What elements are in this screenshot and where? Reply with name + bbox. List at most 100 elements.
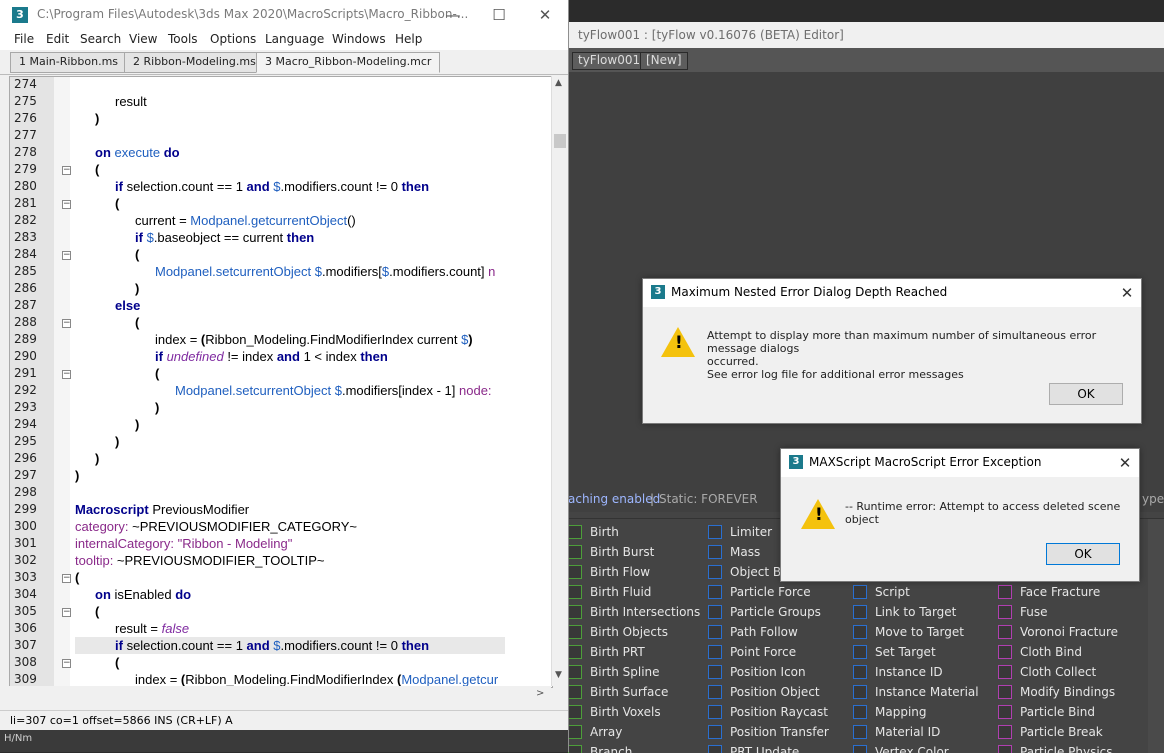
scroll-thumb[interactable] (554, 134, 566, 148)
menu-language[interactable]: Language (265, 32, 324, 46)
operator-item[interactable]: Voronoi Fracture (998, 622, 1148, 642)
operator-item[interactable]: Cloth Collect (998, 662, 1148, 682)
operator-item[interactable]: Birth Flow (568, 562, 708, 582)
operator-item[interactable]: Modify Bindings (998, 682, 1148, 702)
operator-item[interactable]: Position Transfer (708, 722, 853, 742)
line-number: 287 (14, 298, 37, 312)
operator-item[interactable]: PRT Update (708, 742, 853, 753)
macroscript-error-ok-button[interactable]: OK (1046, 543, 1120, 565)
tab-new[interactable]: [New] (640, 52, 688, 70)
operator-column-birth: Birth Birth Burst Birth Flow Birth Fluid Bir… (568, 522, 708, 753)
operator-item[interactable]: Move to Target (853, 622, 998, 642)
scroll-down-icon[interactable]: ▼ (555, 670, 562, 680)
operator-icon (708, 565, 722, 579)
maximize-button[interactable]: ☐ (476, 0, 522, 30)
macroscript-error-close-button[interactable]: ✕ (1115, 453, 1135, 473)
tab-tyflow001[interactable]: tyFlow001 (572, 52, 647, 70)
menu-help[interactable]: Help (395, 32, 422, 46)
operator-item[interactable]: Position Raycast (708, 702, 853, 722)
operator-item[interactable]: Mapping (853, 702, 998, 722)
operator-item[interactable]: Face Fracture (998, 582, 1148, 602)
code-line-300: category: ~PREVIOUSMODIFIER_CATEGORY~ (75, 519, 357, 534)
fold-toggle-281[interactable]: − (62, 200, 71, 209)
code-editor[interactable]: 274 275 276 277 278 279 280 281 282 283 284 285 286 2… (9, 76, 553, 688)
tab-ribbon-modeling[interactable]: 2 Ribbon-Modeling.ms (124, 52, 265, 73)
line-number: 274 (14, 77, 37, 91)
menu-tools[interactable]: Tools (168, 32, 198, 46)
tab-macro-ribbon-modeling[interactable]: 3 Macro_Ribbon-Modeling.mcr (256, 52, 441, 73)
operator-icon (853, 685, 867, 699)
operator-item[interactable]: Birth Burst (568, 542, 708, 562)
operator-item[interactable]: Birth Fluid (568, 582, 708, 602)
operator-item[interactable]: Array (568, 722, 708, 742)
minimize-button[interactable]: — (430, 0, 476, 30)
scroll-right-icon[interactable]: > (536, 688, 544, 699)
line-number: 277 (14, 128, 37, 142)
operator-item[interactable]: Birth Spline (568, 662, 708, 682)
operator-item[interactable]: Set Target (853, 642, 998, 662)
fold-toggle-284[interactable]: − (62, 251, 71, 260)
operator-item[interactable]: Path Follow (708, 622, 853, 642)
operator-item[interactable]: Birth Intersections (568, 602, 708, 622)
operator-icon (998, 725, 1012, 739)
menu-view[interactable]: View (129, 32, 157, 46)
operator-icon (568, 685, 582, 699)
menu-search[interactable]: Search (80, 32, 121, 46)
operator-label: Cloth Bind (1020, 645, 1082, 659)
scroll-up-icon[interactable]: ▲ (555, 78, 562, 88)
operator-item[interactable]: Particle Break (998, 722, 1148, 742)
horizontal-scrollbar[interactable]: > (9, 686, 551, 702)
operator-icon (568, 545, 582, 559)
operator-icon (708, 645, 722, 659)
tyflow-titlebar[interactable]: tyFlow001 : [tyFlow v0.16076 (BETA) Edit… (568, 22, 1164, 48)
nested-error-dialog-titlebar[interactable]: 3 Maximum Nested Error Dialog Depth Reac… (643, 279, 1141, 307)
operator-item[interactable]: Vertex Color (853, 742, 998, 753)
close-button[interactable]: ✕ (522, 0, 568, 30)
fold-toggle-288[interactable]: − (62, 319, 71, 328)
operator-icon (998, 665, 1012, 679)
line-number-gutter: 274 275 276 277 278 279 280 281 282 283 284 285 286 2… (10, 77, 54, 687)
operator-item[interactable]: Birth Surface (568, 682, 708, 702)
operator-item[interactable]: Position Icon (708, 662, 853, 682)
operator-column-target: Script Link to Target Move to Target Set Ta… (853, 582, 998, 753)
vertical-scrollbar[interactable]: ▲ ▼ (551, 76, 568, 686)
operator-item[interactable]: Position Object (708, 682, 853, 702)
code-line-307-current: if selection.count == 1 and $.modifiers.… (75, 637, 505, 654)
nested-error-close-button[interactable]: ✕ (1117, 283, 1137, 303)
menu-options[interactable]: Options (210, 32, 256, 46)
fold-toggle-279[interactable]: − (62, 166, 71, 175)
menu-file[interactable]: File (14, 32, 34, 46)
operator-item[interactable]: Instance Material (853, 682, 998, 702)
nested-error-ok-button[interactable]: OK (1049, 383, 1123, 405)
operator-item[interactable]: Link to Target (853, 602, 998, 622)
fold-toggle-303[interactable]: − (62, 574, 71, 583)
fold-toggle-305[interactable]: − (62, 608, 71, 617)
operator-item[interactable]: Instance ID (853, 662, 998, 682)
operator-item[interactable]: Particle Physics (998, 742, 1148, 753)
operator-item[interactable]: Particle Bind (998, 702, 1148, 722)
operator-item[interactable]: Point Force (708, 642, 853, 662)
editor-titlebar[interactable]: 3 C:\Program Files\Autodesk\3ds Max 2020… (0, 0, 568, 30)
operator-item[interactable]: Material ID (853, 722, 998, 742)
operator-item[interactable]: Birth (568, 522, 708, 542)
macroscript-error-dialog-titlebar[interactable]: 3 MAXScript MacroScript Error Exception … (781, 449, 1139, 477)
operator-icon (568, 725, 582, 739)
operator-item[interactable]: Branch (568, 742, 708, 753)
operator-item[interactable]: Particle Groups (708, 602, 853, 622)
operator-item[interactable]: Birth PRT (568, 642, 708, 662)
operator-icon (708, 525, 722, 539)
tab-main-ribbon[interactable]: 1 Main-Ribbon.ms (10, 52, 128, 73)
operator-item[interactable]: Particle Force (708, 582, 853, 602)
operator-label: Particle Break (1020, 725, 1103, 739)
fold-toggle-308[interactable]: − (62, 659, 71, 668)
fold-toggle-291[interactable]: − (62, 370, 71, 379)
code-line-306: result = false (115, 621, 190, 636)
operator-item[interactable]: Cloth Bind (998, 642, 1148, 662)
operator-item[interactable]: Birth Objects (568, 622, 708, 642)
menu-windows[interactable]: Windows (332, 32, 386, 46)
code-line-288: ( (135, 315, 140, 330)
menu-edit[interactable]: Edit (46, 32, 69, 46)
operator-item[interactable]: Fuse (998, 602, 1148, 622)
operator-item[interactable]: Birth Voxels (568, 702, 708, 722)
operator-item[interactable]: Script (853, 582, 998, 602)
